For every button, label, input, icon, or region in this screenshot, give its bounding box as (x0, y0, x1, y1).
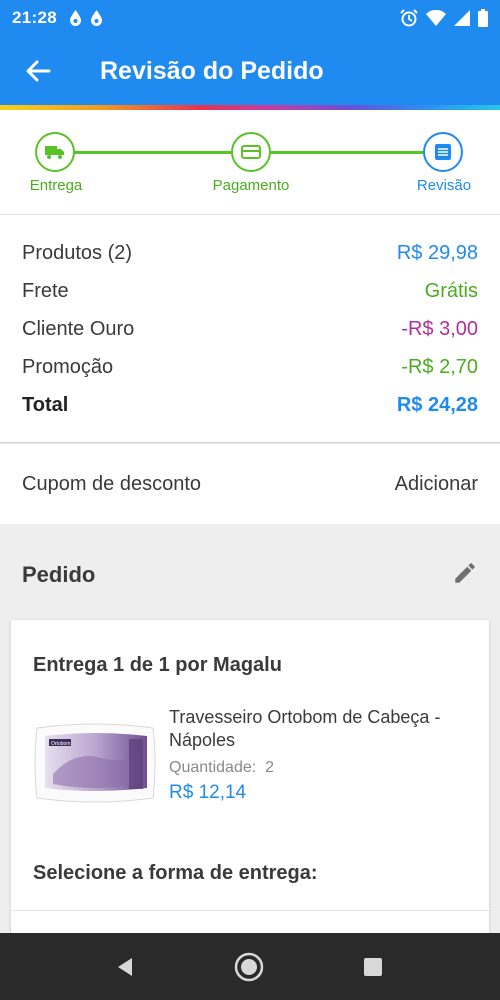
summary-row-produtos: Produtos (2) R$ 29,98 (22, 242, 478, 265)
delivery-card: Entrega 1 de 1 por Magalu Ortobom Traves… (11, 620, 489, 950)
wifi-icon (426, 10, 446, 26)
triangle-back-icon (118, 958, 132, 976)
product-price: R$ 12,14 (169, 782, 247, 803)
drop-icon (90, 10, 102, 26)
step-label-revisao: Revisão (416, 177, 472, 194)
stepper-connector (74, 151, 232, 154)
summary-value: -R$ 2,70 (401, 356, 478, 378)
alarm-icon (400, 9, 418, 27)
step-label-pagamento: Pagamento (212, 177, 290, 194)
pencil-icon (455, 562, 475, 583)
quantity-label: Quantidade: (169, 759, 257, 776)
step-pagamento[interactable] (231, 132, 271, 172)
coupon-label: Cupom de desconto (22, 472, 202, 495)
quantity-value: 2 (265, 759, 274, 776)
arrow-back-icon (26, 60, 51, 82)
card-icon (241, 145, 261, 159)
product-image[interactable]: Ortobom (31, 714, 159, 810)
stepper-connector (270, 151, 424, 154)
edit-order-button[interactable] (452, 560, 478, 591)
summary-row-frete: Frete Grátis (22, 280, 478, 303)
status-bar: 21:28 (0, 0, 500, 36)
circle-home-icon (234, 952, 264, 982)
app-bar: Revisão do Pedido (0, 36, 500, 106)
product-quantity: Quantidade: 2 (169, 759, 274, 777)
summary-value: -R$ 3,00 (401, 318, 478, 340)
notification-icons (69, 10, 103, 26)
summary-value: Grátis (424, 280, 478, 302)
summary-label: Promoção (22, 356, 114, 378)
step-revisao[interactable] (423, 132, 463, 172)
truck-icon (45, 146, 64, 159)
coupon-row[interactable]: Cupom de desconto Adicionar (0, 444, 500, 524)
nav-recents-button[interactable] (356, 950, 390, 984)
order-heading: Pedido (22, 562, 96, 587)
product-brand-text: Ortobom (51, 741, 70, 747)
delivery-title: Entrega 1 de 1 por Magalu (33, 654, 282, 676)
status-time: 21:28 (12, 8, 57, 27)
square-recents-icon (364, 958, 382, 976)
summary-label: Cliente Ouro (22, 318, 135, 340)
order-summary: Produtos (2) R$ 29,98 Frete Grátis Clien… (0, 215, 500, 443)
system-icons (400, 9, 488, 27)
checkout-stepper: Entrega Pagamento Revisão (0, 110, 500, 215)
system-nav-bar (0, 933, 500, 1000)
summary-row-total: Total R$ 24,28 (22, 394, 478, 417)
summary-row-promocao: Promoção -R$ 2,70 (22, 356, 478, 379)
step-entrega[interactable] (35, 132, 75, 172)
summary-label: Produtos (2) (22, 242, 133, 264)
product-name: Travesseiro Ortobom de Cabeça - Nápoles (169, 707, 441, 750)
shipping-method-heading: Selecione a forma de entrega: (33, 862, 318, 884)
divider (11, 910, 489, 911)
add-coupon-button[interactable]: Adicionar (395, 473, 478, 496)
list-icon (435, 144, 451, 160)
drop-icon (69, 10, 81, 26)
page-title: Revisão do Pedido (100, 56, 324, 85)
battery-icon (478, 9, 488, 27)
total-label: Total (22, 394, 69, 416)
nav-back-button[interactable] (108, 950, 142, 984)
back-button[interactable] (0, 36, 76, 106)
nav-home-button[interactable] (232, 950, 266, 984)
signal-icon (454, 10, 470, 26)
order-header: Pedido (0, 545, 500, 605)
summary-value: R$ 29,98 (396, 242, 478, 264)
summary-label: Frete (22, 280, 69, 302)
summary-row-cliente-ouro: Cliente Ouro -R$ 3,00 (22, 318, 478, 341)
total-value: R$ 24,28 (396, 394, 478, 416)
step-label-entrega: Entrega (29, 177, 83, 194)
